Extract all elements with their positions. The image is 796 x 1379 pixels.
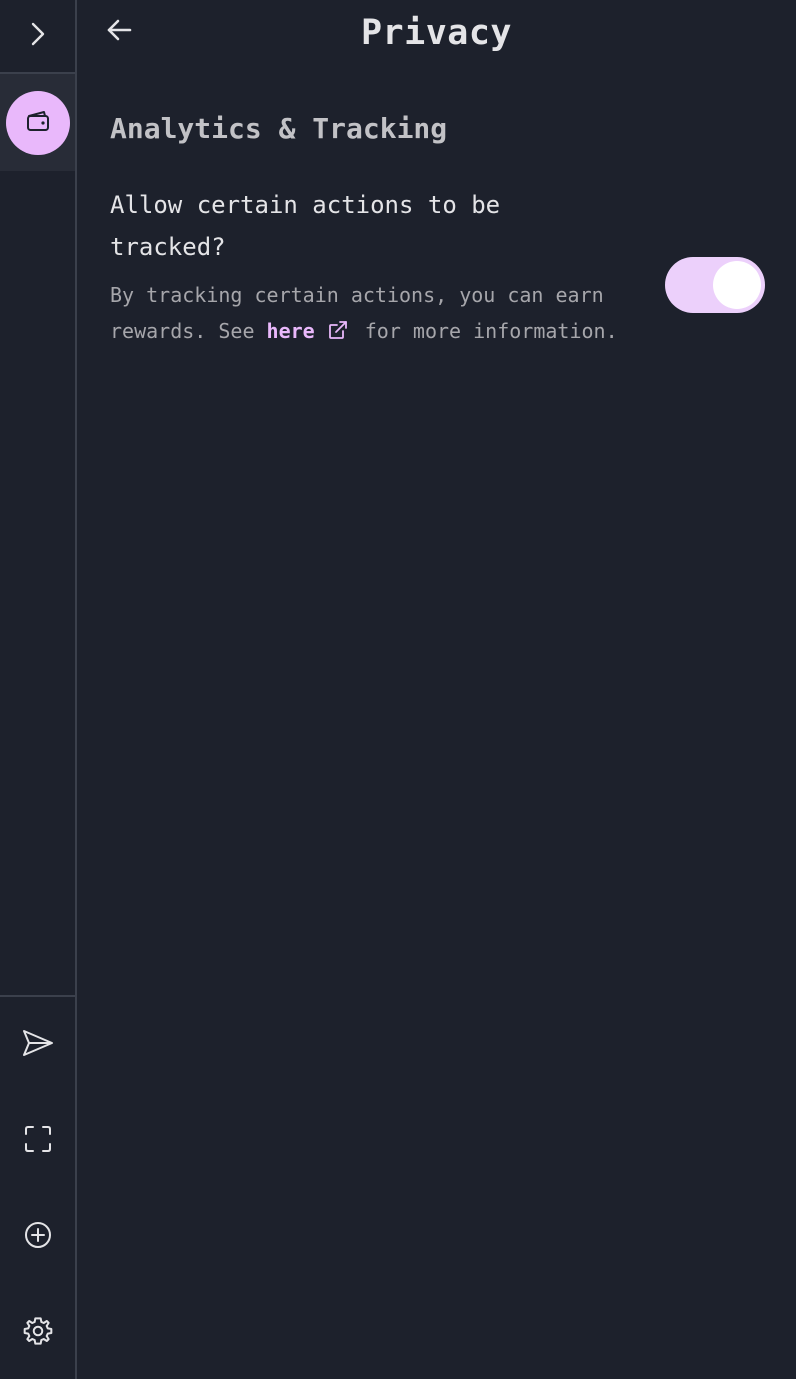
app-window: Privacy Analytics & Tracking Allow certa… [0, 0, 796, 1379]
gear-icon [22, 1315, 54, 1351]
sidebar [0, 0, 77, 1379]
tracking-setting-description: By tracking certain actions, you can ear… [110, 277, 665, 352]
sidebar-item-scan[interactable] [0, 1111, 75, 1171]
page-title: Privacy [360, 13, 512, 53]
sidebar-item-settings[interactable] [0, 1303, 75, 1363]
sidebar-divider-bottom [0, 995, 75, 997]
send-icon [21, 1028, 55, 1062]
tracking-toggle[interactable] [665, 257, 765, 313]
rewards-info-link[interactable]: here [267, 319, 315, 343]
toggle-knob [713, 261, 761, 309]
sidebar-item-wallet[interactable] [0, 74, 75, 171]
privacy-page: Privacy Analytics & Tracking Allow certa… [77, 0, 796, 1379]
plus-circle-icon [23, 1220, 53, 1254]
wallet-icon [25, 109, 51, 137]
tracking-setting-heading: Allow certain actions to be tracked? [110, 191, 501, 261]
sidebar-item-add[interactable] [0, 1207, 75, 1267]
wallet-button[interactable] [5, 90, 70, 155]
sidebar-expand-button[interactable] [0, 0, 75, 72]
chevron-right-icon [27, 20, 49, 52]
external-link-icon[interactable] [327, 316, 349, 352]
section-title: Analytics & Tracking [110, 112, 448, 145]
scan-icon [23, 1124, 53, 1158]
sidebar-item-send[interactable] [0, 1015, 75, 1075]
description-text-after: for more information. [352, 319, 618, 343]
